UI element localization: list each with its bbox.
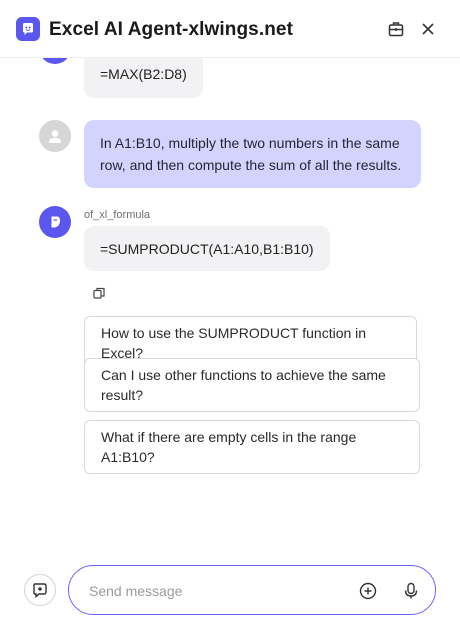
app-logo-icon: [16, 17, 40, 41]
bot-avatar: [39, 58, 71, 64]
bot-message-text: =MAX(B2:D8): [100, 66, 187, 82]
new-chat-button[interactable]: [24, 574, 56, 606]
app-title: Excel AI Agent-xlwings.net: [49, 19, 294, 40]
user-avatar: [39, 120, 71, 152]
bot-message: =SUMPRODUCT(A1:A10,B1:B10): [84, 226, 330, 271]
chat-thread: =MAX(B2:D8) In A1:B10, multiply the two …: [0, 58, 460, 545]
bot-avatar: [39, 206, 71, 238]
user-message-text: In A1:B10, multiply the two numbers in t…: [100, 135, 402, 173]
suggestion-button[interactable]: Can I use other functions to achieve the…: [84, 358, 420, 412]
bot-name: of_xl_formula: [84, 209, 151, 221]
bot-message-text: =SUMPRODUCT(A1:A10,B1:B10): [100, 240, 314, 257]
suggestion-button[interactable]: What if there are empty cells in the ran…: [84, 420, 420, 474]
suggestion-label: Can I use other functions to achieve the…: [101, 367, 386, 403]
message-input[interactable]: [89, 580, 339, 602]
add-attachment-icon[interactable]: [357, 580, 379, 602]
suggestion-label: What if there are empty cells in the ran…: [101, 429, 357, 465]
close-icon[interactable]: [416, 17, 440, 41]
toolbox-icon[interactable]: [384, 17, 408, 41]
app-header: Excel AI Agent-xlwings.net: [0, 0, 460, 58]
microphone-icon[interactable]: [400, 580, 422, 602]
user-message: In A1:B10, multiply the two numbers in t…: [84, 120, 421, 188]
bot-message: =MAX(B2:D8): [84, 58, 203, 98]
suggestion-label: How to use the SUMPRODUCT function in Ex…: [101, 325, 367, 361]
copy-icon[interactable]: [92, 286, 108, 302]
message-composer: [68, 565, 436, 615]
